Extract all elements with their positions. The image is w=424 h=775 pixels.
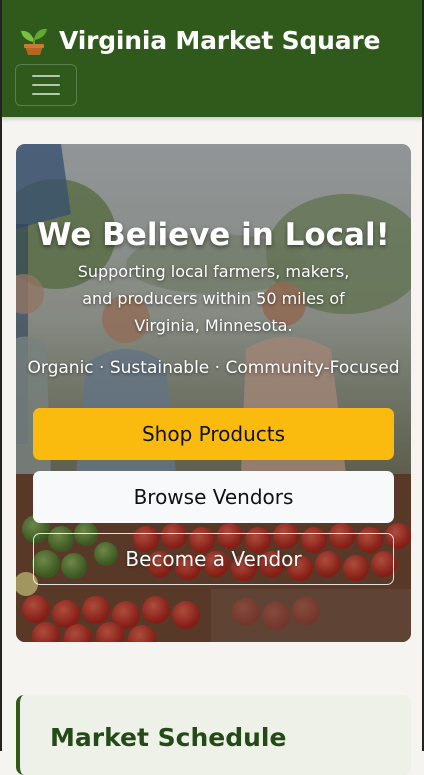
hamburger-menu-icon [32,75,60,77]
hero-tagline: Organic · Sustainable · Community-Focuse… [27,358,400,378]
brand-title: Virginia Market Square [59,25,381,55]
hero-lead-text: Supporting local farmers, makers, and pr… [77,262,350,335]
hero-title: We Believe in Local! [37,216,390,253]
shop-products-button[interactable]: Shop Products [33,408,394,460]
market-schedule-card: Market Schedule [16,695,411,775]
navbar: Virginia Market Square [0,0,424,117]
hero-banner: We Believe in Local! Supporting local fa… [16,144,411,642]
browse-vendors-button[interactable]: Browse Vendors [33,471,394,523]
brand-link[interactable]: Virginia Market Square [19,24,381,56]
navbar-toggle-button[interactable] [15,64,77,106]
become-vendor-button[interactable]: Become a Vendor [33,533,394,585]
seedling-icon [21,28,47,55]
window-border-left [0,0,2,751]
market-schedule-title: Market Schedule [50,723,287,752]
